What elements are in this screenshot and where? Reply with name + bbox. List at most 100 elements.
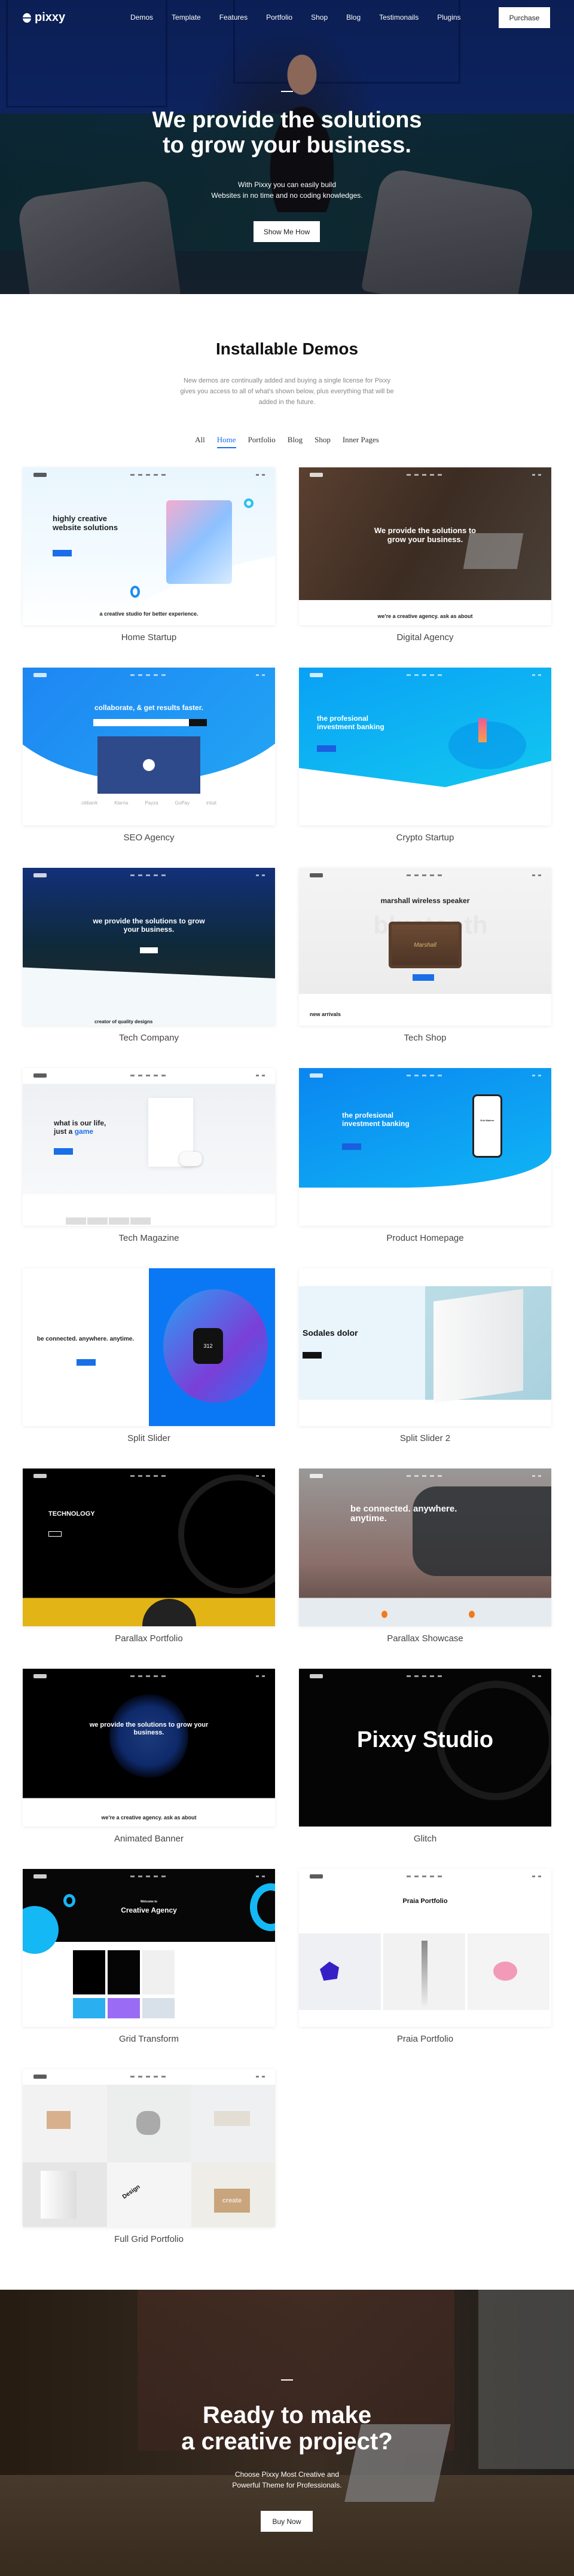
preview-footer: creator of quality designs <box>94 1019 153 1024</box>
demo-card-product-homepage[interactable]: the profesional investment banking Erik W… <box>299 1068 551 1243</box>
demo-title[interactable]: Grid Transform <box>23 2034 275 2044</box>
preview-button <box>77 1359 96 1366</box>
mini-search-icon <box>256 1075 259 1076</box>
thumbnail <box>130 1217 151 1225</box>
demo-preview[interactable]: the profesional investment banking <box>299 668 551 825</box>
demo-title[interactable]: SEO Agency <box>23 833 275 843</box>
headphone-image <box>142 1599 196 1626</box>
demo-preview[interactable]: Sodales dolor <box>299 1268 551 1426</box>
mini-nav-item <box>407 874 411 876</box>
demo-card-digital-agency[interactable]: We provide the solutions to grow your bu… <box>299 467 551 643</box>
mini-nav-item <box>161 1475 166 1477</box>
demo-title[interactable]: Split Slider 2 <box>299 1433 551 1443</box>
demo-preview[interactable]: bluetoothmarshall wireless speakerMarsha… <box>299 868 551 1026</box>
preview-headline: highly creative website solutions <box>53 514 118 532</box>
demo-title[interactable]: Parallax Showcase <box>299 1633 551 1644</box>
logo[interactable]: pixxy <box>23 11 65 25</box>
demo-card-crypto-startup[interactable]: the profesional investment banking Crypto… <box>299 668 551 843</box>
demo-title[interactable]: Home Startup <box>23 632 275 643</box>
mini-cart-icon <box>262 1075 265 1076</box>
demo-card-parallax-portfolio[interactable]: TECHNOLOGY Parallax Portfolio <box>23 1468 275 1644</box>
cta-section: Ready to make a creative project? Choose… <box>0 2290 574 2576</box>
demo-card-animated-banner[interactable]: we provide the solutions to grow your bu… <box>23 1669 275 1844</box>
filter-tab-inner-pages[interactable]: Inner Pages <box>343 435 379 448</box>
demo-card-grid-transform[interactable]: Welcome to Creative Agency Grid Transform <box>23 1869 275 2044</box>
demo-card-parallax-showcase[interactable]: be connected. anywhere. anytime. Parallax… <box>299 1468 551 1644</box>
menu-testimonials[interactable]: Testimonails <box>379 13 419 22</box>
demo-preview[interactable]: we provide the solutions to grow your bu… <box>23 868 275 1026</box>
demo-title[interactable]: Animated Banner <box>23 1834 275 1844</box>
demo-preview[interactable]: Praia Portfolio <box>299 1869 551 2027</box>
mini-cart-icon <box>538 474 541 476</box>
buy-now-button[interactable]: Buy Now <box>261 2511 313 2532</box>
demo-title[interactable]: Digital Agency <box>299 632 551 643</box>
menu-blog[interactable]: Blog <box>346 13 361 22</box>
menu-demos[interactable]: Demos <box>130 13 153 22</box>
demo-preview[interactable]: be connected. anywhere. anytime. <box>299 1468 551 1626</box>
mini-cart-icon <box>262 1876 265 1877</box>
mini-search-icon <box>256 1876 259 1877</box>
demo-preview[interactable]: Pixxy Studio <box>299 1669 551 1827</box>
demo-card-split-slider-2[interactable]: Sodales dolor Split Slider 2 <box>299 1268 551 1443</box>
mini-search-icon <box>256 1475 259 1477</box>
filter-tab-blog[interactable]: Blog <box>288 435 303 448</box>
menu-shop[interactable]: Shop <box>311 13 328 22</box>
demo-title[interactable]: Tech Shop <box>299 1033 551 1043</box>
demo-title[interactable]: Full Grid Portfolio <box>23 2234 275 2244</box>
play-icon <box>143 759 155 771</box>
demo-card-split-slider[interactable]: 312 be connected. anywhere. anytime. Split… <box>23 1268 275 1443</box>
preview-button <box>53 550 72 556</box>
demo-card-tech-magazine[interactable]: what is our life, just a game Tech Magazi… <box>23 1068 275 1243</box>
demo-card-glitch[interactable]: Pixxy Studio Glitch <box>299 1669 551 1844</box>
menu-template[interactable]: Template <box>172 13 201 22</box>
mini-nav-item <box>438 874 442 876</box>
purchase-button[interactable]: Purchase <box>499 7 550 28</box>
demo-preview[interactable]: Design create <box>23 2069 275 2227</box>
menu-plugins[interactable]: Plugins <box>437 13 460 22</box>
demo-title[interactable]: Crypto Startup <box>299 833 551 843</box>
preview-headline: Sodales dolor <box>303 1328 358 1338</box>
demo-preview[interactable]: We provide the solutions to grow your bu… <box>299 467 551 625</box>
demo-title[interactable]: Praia Portfolio <box>299 2034 551 2044</box>
demo-card-tech-company[interactable]: we provide the solutions to grow your bu… <box>23 868 275 1043</box>
preview-headline: be connected. anywhere. anytime. <box>36 1336 135 1342</box>
mini-nav-item <box>146 1876 150 1877</box>
filter-tab-home[interactable]: Home <box>216 435 236 448</box>
blue-wave <box>299 1068 551 1188</box>
demo-card-full-grid-portfolio[interactable]: Design create Full Grid Portfolio <box>23 2069 275 2244</box>
demo-card-praia-portfolio[interactable]: Praia Portfolio Praia Portfolio <box>299 1869 551 2044</box>
menu-features[interactable]: Features <box>219 13 248 22</box>
mini-nav-item <box>422 474 426 476</box>
demo-preview[interactable]: TECHNOLOGY <box>23 1468 275 1626</box>
mini-nav-item <box>138 674 142 676</box>
demo-card-tech-shop[interactable]: bluetoothmarshall wireless speakerMarsha… <box>299 868 551 1043</box>
demo-title[interactable]: Tech Magazine <box>23 1233 275 1243</box>
mini-cart-icon <box>262 674 265 676</box>
demo-card-seo-agency[interactable]: collaborate, & get results faster. citiba… <box>23 668 275 843</box>
mini-nav-item <box>138 1075 142 1076</box>
filter-tab-all[interactable]: All <box>195 435 205 448</box>
mini-nav <box>23 1068 275 1084</box>
demo-preview[interactable]: what is our life, just a game <box>23 1068 275 1226</box>
mini-nav-item <box>130 474 135 476</box>
filter-tab-portfolio[interactable]: Portfolio <box>248 435 276 448</box>
mini-nav-item <box>146 474 150 476</box>
demo-preview[interactable]: we provide the solutions to grow your bu… <box>23 1669 275 1827</box>
demo-preview[interactable]: the profesional investment banking Erik W… <box>299 1068 551 1226</box>
demo-title[interactable]: Split Slider <box>23 1433 275 1443</box>
show-me-how-button[interactable]: Show Me How <box>254 221 320 242</box>
menu-portfolio[interactable]: Portfolio <box>266 13 292 22</box>
platform <box>448 721 526 769</box>
demo-preview[interactable]: collaborate, & get results faster. citiba… <box>23 668 275 825</box>
demo-title[interactable]: Parallax Portfolio <box>23 1633 275 1644</box>
demo-preview[interactable]: highly creative website solutions a creat… <box>23 467 275 625</box>
mini-nav-item <box>154 1675 158 1677</box>
filter-tab-shop[interactable]: Shop <box>315 435 331 448</box>
demo-preview[interactable]: 312 be connected. anywhere. anytime. <box>23 1268 275 1426</box>
demo-title[interactable]: Glitch <box>299 1834 551 1844</box>
demo-title[interactable]: Tech Company <box>23 1033 275 1043</box>
demo-preview[interactable]: Welcome to Creative Agency <box>23 1869 275 2027</box>
mini-nav-item <box>438 1475 442 1477</box>
demo-title[interactable]: Product Homepage <box>299 1233 551 1243</box>
demo-card-home-startup[interactable]: highly creative website solutions a creat… <box>23 467 275 643</box>
